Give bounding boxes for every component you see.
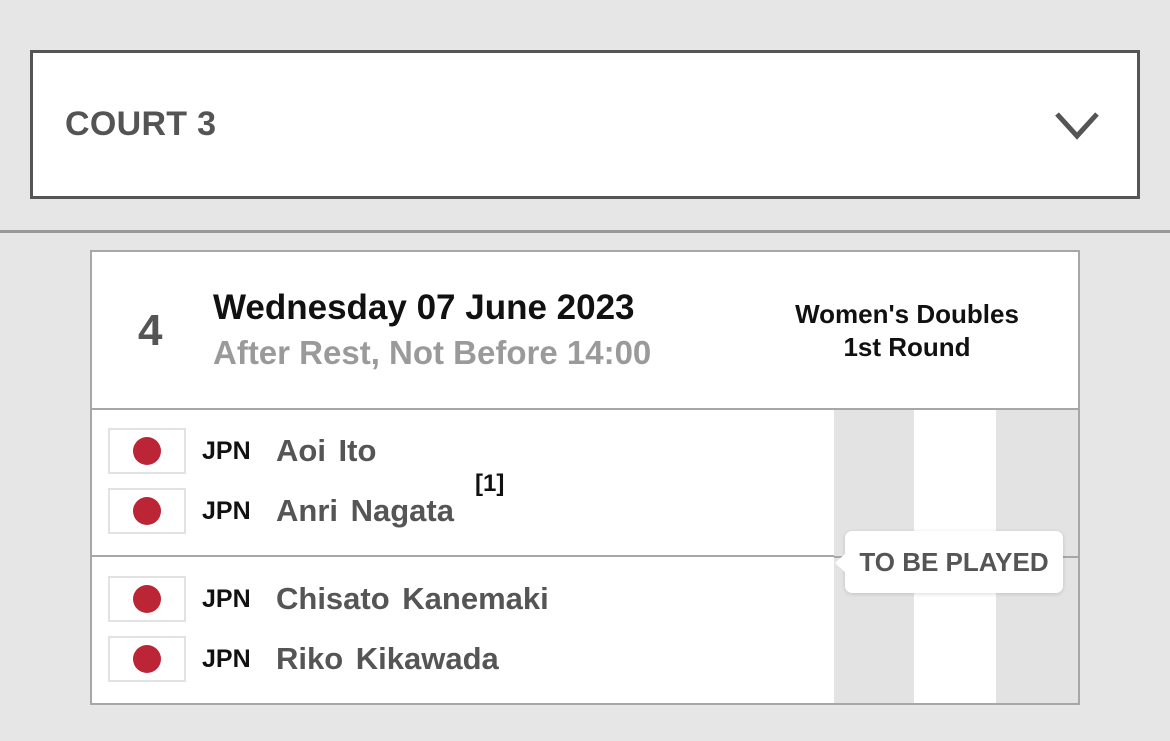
event-info: Women's Doubles 1st Round: [782, 298, 1032, 364]
player-country: JPN: [202, 436, 251, 465]
player-row: JPN Anri Nagata: [108, 488, 454, 534]
japan-flag-icon: [108, 576, 186, 622]
japan-flag-icon: [108, 428, 186, 474]
section-divider: [0, 230, 1170, 233]
team-seed: [1]: [475, 470, 505, 497]
player-country: JPN: [202, 496, 251, 525]
match-card[interactable]: 4 Wednesday 07 June 2023 After Rest, Not…: [90, 250, 1080, 705]
teams: JPN Aoi Ito JPN Anri Nagata [1] JPN Chis…: [92, 410, 1078, 703]
team-row: JPN Chisato Kanemaki JPN Riko Kikawada: [92, 557, 834, 703]
player-country: JPN: [202, 644, 251, 673]
match-time-note: After Rest, Not Before 14:00: [213, 334, 652, 371]
match-status-badge: TO BE PLAYED: [835, 531, 1063, 593]
match-date: Wednesday 07 June 2023: [213, 288, 635, 327]
match-order-number: 4: [138, 306, 163, 355]
japan-flag-icon: [108, 488, 186, 534]
score-area: TO BE PLAYED: [834, 410, 1078, 703]
team-row: JPN Aoi Ito JPN Anri Nagata [1]: [92, 410, 834, 557]
court-label: COURT 3: [65, 105, 217, 143]
event-name: Women's Doubles: [795, 299, 1019, 329]
court-dropdown[interactable]: COURT 3: [30, 50, 1140, 199]
player-row: JPN Chisato Kanemaki: [108, 576, 549, 622]
chevron-down-icon[interactable]: [1053, 108, 1101, 142]
player-name[interactable]: Anri Nagata: [276, 493, 454, 529]
player-country: JPN: [202, 584, 251, 613]
player-name[interactable]: Aoi Ito: [276, 433, 376, 469]
player-row: JPN Riko Kikawada: [108, 636, 499, 682]
player-row: JPN Aoi Ito: [108, 428, 376, 474]
match-header: 4 Wednesday 07 June 2023 After Rest, Not…: [92, 252, 1078, 410]
japan-flag-icon: [108, 636, 186, 682]
player-name[interactable]: Chisato Kanemaki: [276, 581, 549, 617]
player-name[interactable]: Riko Kikawada: [276, 641, 499, 677]
event-round: 1st Round: [843, 332, 971, 362]
